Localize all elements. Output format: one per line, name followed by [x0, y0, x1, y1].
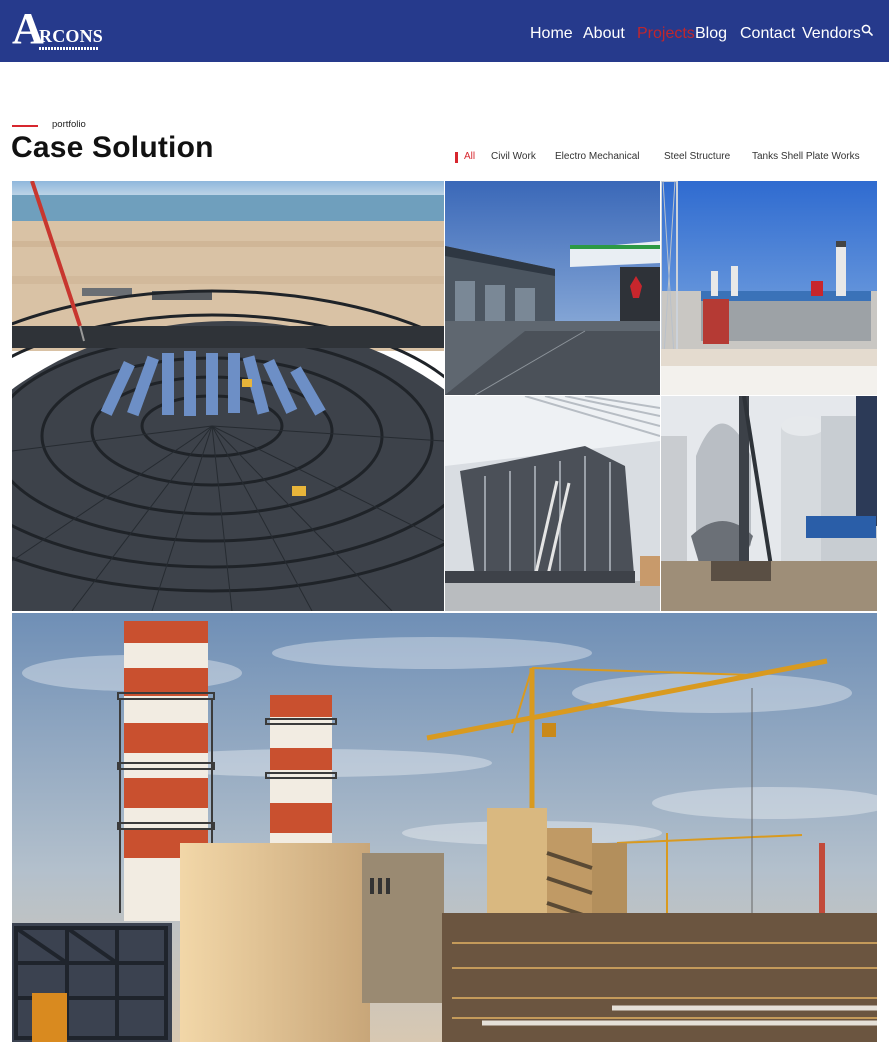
- portfolio-item-gas-station[interactable]: [445, 181, 660, 395]
- filter-steel-structure[interactable]: Steel Structure: [664, 151, 730, 162]
- filter-civil-work[interactable]: Civil Work: [491, 151, 536, 162]
- nav-home[interactable]: Home: [530, 25, 573, 43]
- search-icon[interactable]: [861, 24, 873, 36]
- gas-station-photo: [445, 181, 660, 395]
- eyebrow-accent-line: [12, 125, 38, 127]
- logo-underline: [39, 47, 99, 50]
- power-station-photo: [12, 613, 877, 1042]
- silos-photo: [661, 396, 877, 611]
- arcons-logo[interactable]: A RCONS: [12, 6, 104, 52]
- filter-tanks-shell-plate-works[interactable]: Tanks Shell Plate Works: [752, 151, 860, 162]
- page-title: Case Solution: [11, 131, 214, 164]
- portfolio-item-power-plant[interactable]: [661, 181, 877, 395]
- logo-text: RCONS: [39, 26, 104, 46]
- steel-structure-photo: [445, 396, 660, 611]
- nav-about[interactable]: About: [583, 25, 625, 43]
- active-filter-marker: [455, 152, 458, 163]
- section-eyebrow: portfolio: [52, 119, 86, 130]
- filter-all[interactable]: All: [464, 151, 475, 162]
- portfolio-item-steel-structure[interactable]: [445, 396, 660, 611]
- portfolio-item-silos[interactable]: [661, 396, 877, 611]
- portfolio-item-tank-roof[interactable]: [12, 181, 444, 611]
- nav-projects[interactable]: Projects: [637, 25, 695, 43]
- tank-roof-photo: [12, 181, 444, 611]
- power-plant-photo: [661, 181, 877, 395]
- portfolio-item-power-station[interactable]: [12, 613, 877, 1042]
- nav-contact[interactable]: Contact: [740, 25, 795, 43]
- nav-vendors[interactable]: Vendors: [802, 25, 861, 43]
- site-header: A RCONS Home About Projects Blog Contact…: [0, 0, 889, 62]
- filter-electro-mechanical[interactable]: Electro Mechanical: [555, 151, 639, 162]
- nav-blog[interactable]: Blog: [695, 25, 727, 43]
